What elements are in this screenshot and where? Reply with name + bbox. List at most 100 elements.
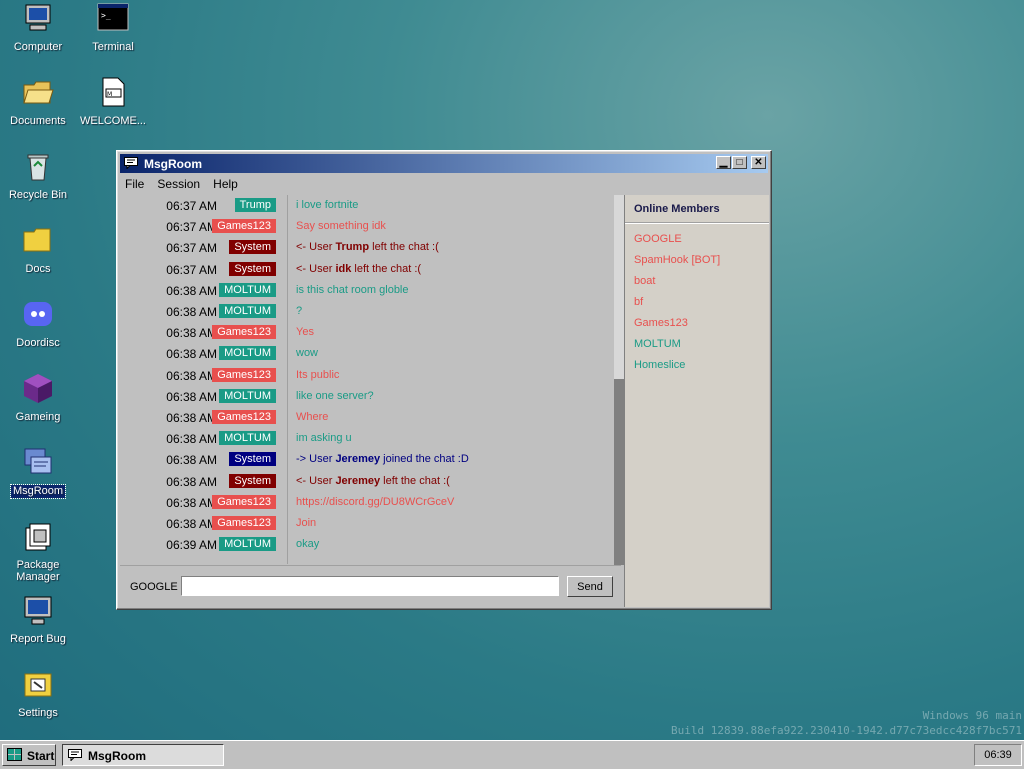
cube-icon (24, 374, 52, 403)
desktop-icon-welcome[interactable]: M WELCOME... (75, 76, 151, 127)
chat-timestamp: 06:38 AM (166, 517, 217, 531)
current-username: GOOGLE (130, 581, 178, 593)
chat-message: 06:38 AM MOLTUM wow (120, 343, 610, 364)
chat-mention: Jeremey (335, 453, 381, 466)
chat-message-text: wow (296, 347, 319, 360)
close-icon: ✕ (754, 157, 763, 168)
chat-username-badge[interactable]: Games123 (212, 367, 276, 382)
chat-username-badge[interactable]: Games123 (212, 410, 276, 424)
chat-message: 06:38 AM System <- User Jeremey left the c… (120, 471, 610, 492)
minimize-button[interactable]: ▁ (716, 156, 731, 169)
svg-text:>_: >_ (101, 11, 111, 20)
chat-scrollbar[interactable] (614, 195, 624, 565)
start-button[interactable]: Start (2, 744, 56, 766)
taskbar-item-label: MsgRoom (88, 749, 146, 763)
chat-message-text: Its public (296, 368, 340, 381)
desktop-icon-report-bug[interactable]: Report Bug (0, 594, 76, 645)
chat-message: 06:38 AM Games123 Where (120, 407, 610, 428)
chat-message-text: okay (296, 538, 320, 551)
title-bar[interactable]: MsgRoom ▁ □ ✕ (120, 154, 768, 173)
message-input[interactable] (181, 576, 559, 596)
member-item[interactable]: Games123 (634, 317, 688, 329)
terminal-icon: >_ (97, 3, 129, 31)
desktop-icon-computer[interactable]: Computer (0, 2, 76, 53)
menu-help[interactable]: Help (208, 175, 243, 193)
taskbar-item-msgroom[interactable]: MsgRoom (62, 744, 224, 766)
recycle-bin-icon (27, 154, 49, 181)
chat-timestamp: 06:38 AM (166, 283, 217, 298)
member-item[interactable]: SpamHook [BOT] (634, 254, 720, 266)
chat-message: 06:38 AM Games123 https://discord.gg/DU8WC… (120, 492, 610, 513)
markdown-file-icon: M (102, 77, 125, 107)
member-item[interactable]: boat (634, 275, 655, 287)
chat-timestamp: 06:38 AM (166, 368, 217, 383)
desktop-icon-label: Recycle Bin (8, 189, 68, 201)
desktop-icon-label: Report Bug (10, 633, 66, 645)
desktop-icon-gameing[interactable]: Gameing (0, 372, 76, 423)
member-item[interactable]: GOOGLE (634, 233, 682, 245)
chat-username-badge[interactable]: MOLTUM (219, 282, 276, 297)
chat-mention: Jeremey (335, 474, 381, 487)
desktop-icon-label: Computer (13, 41, 63, 53)
chat-username-badge[interactable]: System (229, 452, 276, 467)
desktop-icon-documents[interactable]: Documents (0, 76, 76, 127)
chat-timestamp: 06:38 AM (166, 389, 217, 404)
chat-username-badge[interactable]: Games123 (212, 325, 276, 340)
member-item[interactable]: MOLTUM (634, 338, 681, 350)
settings-icon (24, 673, 52, 697)
chat-message: 06:38 AM Games123 Yes (120, 322, 610, 343)
member-item[interactable]: bf (634, 296, 643, 308)
minimize-icon: ▁ (719, 157, 728, 168)
desktop-icon-label: Settings (18, 707, 58, 719)
watermark-build: Build 12839.88efa922.230410-1942.d77c73e… (671, 724, 1022, 737)
desktop-icon-recycle-bin[interactable]: Recycle Bin (0, 150, 76, 201)
chat-username-badge[interactable]: Trump (234, 198, 276, 212)
chat-username-badge[interactable]: System (229, 473, 276, 488)
chat-username-badge[interactable]: Games123 (212, 516, 276, 530)
desktop-icon-package-manager[interactable]: Package Manager (0, 520, 76, 583)
chat-timestamp: 06:37 AM (166, 220, 217, 235)
menu-file[interactable]: File (120, 175, 149, 193)
chat-message: 06:37 AM Games123 Say something idk (120, 216, 610, 237)
close-button[interactable]: ✕ (751, 156, 766, 169)
chat-username-badge[interactable]: MOLTUM (219, 346, 276, 361)
chat-username-badge[interactable]: System (229, 261, 276, 276)
system-tray-clock[interactable]: 06:39 (974, 744, 1022, 766)
chat-username-badge[interactable]: Games123 (212, 494, 276, 509)
taskbar: Start MsgRoom 06:39 (0, 740, 1024, 769)
desktop-icon-label: MsgRoom (9, 484, 67, 499)
maximize-button[interactable]: □ (732, 156, 747, 169)
message-compose-bar: GOOGLE Send (120, 565, 621, 608)
desktop-icon-label: Documents (10, 115, 66, 127)
send-button[interactable]: Send (567, 576, 613, 597)
desktop-icon-msgroom[interactable]: MsgRoom (0, 446, 76, 499)
desktop-icon-doordisc[interactable]: Doordisc (0, 298, 76, 349)
chat-message-text: is this chat room globle (296, 283, 409, 296)
desktop-icon-terminal[interactable]: >_ Terminal (75, 2, 151, 53)
members-divider (625, 222, 769, 224)
chat-username-badge[interactable]: MOLTUM (219, 537, 276, 552)
msgroom-window: MsgRoom ▁ □ ✕ File Session Help 06:37 AM… (116, 150, 772, 610)
msgroom-icon (124, 157, 138, 169)
chat-message: 06:38 AM MOLTUM like one server? (120, 386, 610, 407)
desktop-icon-settings[interactable]: Settings (0, 668, 76, 719)
chat-username-badge[interactable]: Games123 (212, 219, 276, 234)
chat-username-badge[interactable]: MOLTUM (219, 388, 276, 403)
chat-timestamp: 06:39 AM (166, 538, 217, 553)
menu-session[interactable]: Session (152, 175, 205, 193)
folder-open-icon (23, 81, 54, 104)
chat-username-badge[interactable]: MOLTUM (219, 431, 276, 446)
chat-username-badge[interactable]: System (229, 240, 276, 255)
chat-message-text: <- User Trump left the chat :( (296, 241, 439, 254)
chat-timestamp: 06:37 AM (166, 262, 217, 277)
chat-log[interactable]: 06:37 AM Trump i love fortnite 06:37 AM Game… (120, 195, 624, 565)
chat-message: 06:38 AM MOLTUM im asking u (120, 428, 610, 449)
chat-message: 06:38 AM MOLTUM? (120, 301, 610, 322)
chat-mention: idk (335, 262, 352, 275)
scrollbar-thumb[interactable] (614, 379, 624, 565)
member-item[interactable]: Homeslice (634, 359, 685, 371)
chat-username-badge[interactable]: MOLTUM (219, 304, 276, 318)
chat-message-text: -> User Jeremey joined the chat :D (296, 453, 469, 466)
chat-message-text: https://discord.gg/DU8WCrGceV (296, 495, 455, 508)
desktop-icon-docs[interactable]: Docs (0, 224, 76, 275)
